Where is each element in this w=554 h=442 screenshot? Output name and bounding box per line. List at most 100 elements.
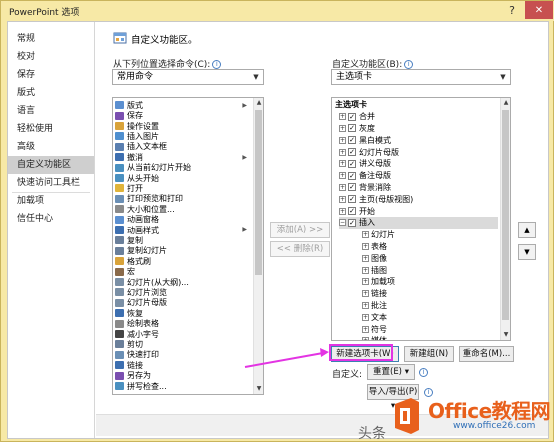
move-up-button[interactable]: ▲ — [518, 222, 536, 238]
ribbon-group-node[interactable]: + 文本 — [362, 311, 498, 323]
expand-icon[interactable]: + — [362, 313, 369, 321]
command-item[interactable]: 幻灯片浏览 — [115, 287, 251, 297]
command-item[interactable]: 从当前幻灯片开始 — [115, 162, 251, 172]
command-item[interactable]: 绘制表格 — [115, 318, 251, 328]
scroll-down-icon[interactable]: ▼ — [501, 330, 510, 340]
nav-item[interactable]: 快速访问工具栏 — [8, 174, 94, 192]
ribbon-tabs-combo[interactable]: 主选项卡 ▼ — [331, 69, 511, 85]
command-item[interactable]: 快速打印 — [115, 350, 251, 360]
expand-icon[interactable]: + — [339, 207, 346, 215]
expand-icon[interactable]: + — [339, 195, 346, 203]
collapse-icon[interactable]: − — [339, 219, 346, 227]
ribbon-tab-node[interactable]: + ✓ 备注母版 — [339, 170, 498, 182]
command-item[interactable]: 链接 — [115, 360, 251, 370]
command-item[interactable]: 剪切 — [115, 339, 251, 349]
command-item[interactable]: 插入图片 — [115, 131, 251, 141]
tab-checkbox[interactable]: ✓ — [348, 183, 356, 192]
command-item[interactable]: 另存为 — [115, 370, 251, 380]
command-item[interactable]: 拼写检查... — [115, 381, 251, 391]
move-down-button[interactable]: ▼ — [518, 244, 536, 260]
ribbon-group-node[interactable]: + 插图 — [362, 264, 498, 276]
command-item[interactable]: 操作设置 — [115, 121, 251, 131]
ribbon-group-node[interactable]: + 媒体 — [362, 335, 498, 340]
ribbon-group-node[interactable]: + 链接 — [362, 288, 498, 300]
expand-icon[interactable]: + — [339, 124, 346, 132]
tab-checkbox[interactable]: ✓ — [348, 124, 356, 133]
scroll-up-icon[interactable]: ▲ — [501, 98, 510, 108]
scroll-thumb[interactable] — [255, 110, 262, 275]
tab-checkbox[interactable]: ✓ — [348, 112, 356, 121]
ribbon-tab-node[interactable]: + ✓ 开始 — [339, 205, 498, 217]
ribbon-group-node[interactable]: + 加载项 — [362, 276, 498, 288]
nav-item[interactable]: 轻松使用 — [8, 120, 94, 138]
nav-item[interactable]: 加载项 — [8, 192, 94, 210]
command-item[interactable]: 动画窗格 — [115, 214, 251, 224]
nav-item[interactable]: 保存 — [8, 66, 94, 84]
ribbon-tree-scrollbar[interactable]: ▲ ▼ — [500, 98, 510, 340]
expand-icon[interactable]: + — [362, 337, 369, 340]
tab-checkbox[interactable]: ✓ — [348, 195, 356, 204]
tab-checkbox[interactable]: ✓ — [348, 148, 356, 157]
scroll-thumb[interactable] — [502, 110, 509, 320]
nav-item[interactable]: 常规 — [8, 30, 94, 48]
command-item[interactable]: 保存 — [115, 110, 251, 120]
ribbon-tab-node[interactable]: − ✓ 插入 — [339, 217, 498, 229]
ribbon-tab-node[interactable]: + ✓ 背景消除 — [339, 182, 498, 194]
command-item[interactable]: 减小字号 — [115, 329, 251, 339]
ribbon-tab-node[interactable]: + ✓ 合并 — [339, 111, 498, 123]
command-item[interactable]: 复制幻灯片 — [115, 246, 251, 256]
ribbon-group-node[interactable]: + 符号 — [362, 323, 498, 335]
command-item[interactable]: 撤消 ▶ — [115, 152, 251, 162]
expand-icon[interactable]: + — [362, 301, 369, 309]
ribbon-group-node[interactable]: + 批注 — [362, 300, 498, 312]
new-group-button[interactable]: 新建组(N) — [404, 346, 454, 362]
command-item[interactable]: 打印预览和打印 — [115, 194, 251, 204]
help-button[interactable]: ? — [501, 1, 523, 19]
ribbon-tab-node[interactable]: + ✓ 主页(母版视图) — [339, 193, 498, 205]
expand-icon[interactable]: + — [339, 148, 346, 156]
rename-button[interactable]: 重命名(M)... — [459, 346, 514, 362]
command-item[interactable]: 恢复 — [115, 308, 251, 318]
command-item[interactable]: 格式刷 — [115, 256, 251, 266]
command-item[interactable]: 幻灯片母版 — [115, 298, 251, 308]
expand-icon[interactable]: + — [339, 160, 346, 168]
tab-checkbox[interactable]: ✓ — [348, 159, 356, 168]
nav-item[interactable]: 语言 — [8, 102, 94, 120]
command-item[interactable]: 打开 — [115, 183, 251, 193]
ribbon-group-node[interactable]: + 图像 — [362, 252, 498, 264]
tab-checkbox[interactable]: ✓ — [348, 136, 356, 145]
command-item[interactable]: 版式 ▶ — [115, 100, 251, 110]
command-item[interactable]: 宏 — [115, 266, 251, 276]
expand-icon[interactable]: + — [339, 172, 346, 180]
expand-icon[interactable]: + — [362, 290, 369, 298]
expand-icon[interactable]: + — [362, 325, 369, 333]
nav-item[interactable]: 高级 — [8, 138, 94, 156]
expand-icon[interactable]: + — [362, 266, 369, 274]
ribbon-tab-node[interactable]: + ✓ 黑白模式 — [339, 134, 498, 146]
command-item[interactable]: 从头开始 — [115, 173, 251, 183]
close-button[interactable]: ✕ — [525, 1, 553, 19]
nav-item[interactable]: 自定义功能区 — [8, 156, 94, 174]
ribbon-group-node[interactable]: + 幻灯片 — [362, 229, 498, 241]
nav-item[interactable]: 校对 — [8, 48, 94, 66]
commands-source-combo[interactable]: 常用命令 ▼ — [112, 69, 264, 85]
tab-checkbox[interactable]: ✓ — [348, 218, 356, 227]
command-item[interactable]: 幻灯片(从大纲)... — [115, 277, 251, 287]
command-item[interactable]: 动画样式 ▶ — [115, 225, 251, 235]
tree-root[interactable]: 主选项卡 — [335, 99, 498, 111]
nav-item[interactable]: 信任中心 — [8, 210, 94, 228]
expand-icon[interactable]: + — [362, 231, 369, 239]
scroll-up-icon[interactable]: ▲ — [254, 98, 263, 108]
tab-checkbox[interactable]: ✓ — [348, 207, 356, 216]
ribbon-tab-node[interactable]: + ✓ 灰度 — [339, 123, 498, 135]
expand-icon[interactable]: + — [339, 136, 346, 144]
tab-checkbox[interactable]: ✓ — [348, 171, 356, 180]
expand-icon[interactable]: + — [362, 254, 369, 262]
scroll-down-icon[interactable]: ▼ — [254, 384, 263, 394]
expand-icon[interactable]: + — [362, 242, 369, 250]
ribbon-tab-node[interactable]: + ✓ 讲义母版 — [339, 158, 498, 170]
expand-icon[interactable]: + — [362, 278, 369, 286]
ribbon-tree[interactable]: ▲ ▼ 主选项卡 + ✓ 合并 + ✓ 灰度 + ✓ 黑白模式 + ✓ 幻灯片母版 + ✓ 讲义母版 + ✓ 备注母… — [331, 97, 511, 341]
ribbon-tab-node[interactable]: + ✓ 幻灯片母版 — [339, 146, 498, 158]
remove-button[interactable]: << 删除(R) — [270, 241, 330, 257]
